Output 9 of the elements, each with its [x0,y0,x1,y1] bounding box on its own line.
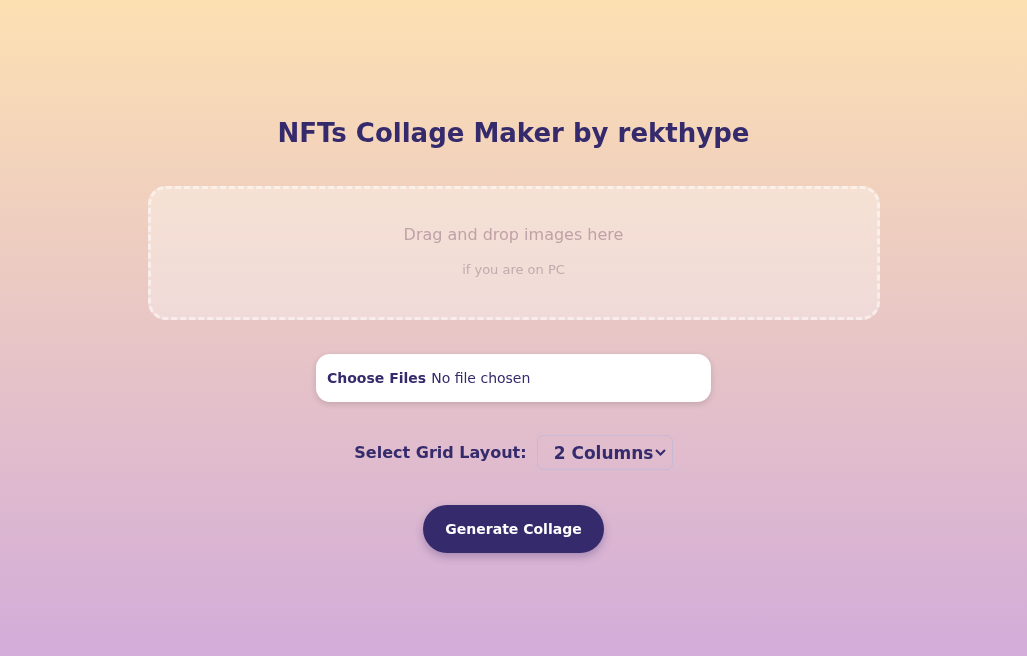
chevron-down-icon [654,449,666,456]
page-title: NFTs Collage Maker by rekthype [277,118,750,148]
file-status: No file chosen [431,370,531,386]
generate-collage-button[interactable]: Generate Collage [423,505,604,553]
choose-files-button[interactable]: Choose Files [327,370,427,386]
grid-layout-label: Select Grid Layout: [354,443,527,462]
file-input[interactable]: Choose Files No file chosen [316,354,711,402]
drop-zone-text: Drag and drop images here [403,225,624,244]
grid-layout-select[interactable]: 2 Columns [536,435,673,470]
